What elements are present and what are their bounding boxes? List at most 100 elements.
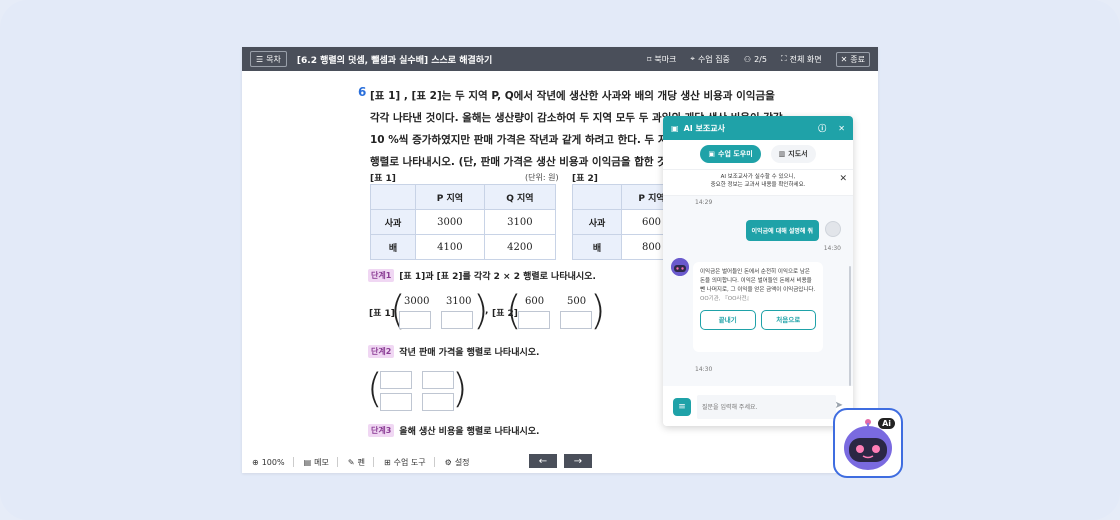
pin-icon: ⌖ xyxy=(690,54,695,63)
bot-message: 이익금은 벌어들인 돈에서 순전히 이익으로 남은 돈을 의미합니다. 이익은 … xyxy=(693,262,823,352)
answer-input-box[interactable] xyxy=(380,371,412,389)
table1-unit: (단위: 원) xyxy=(525,173,559,182)
gear-icon: ⚙ xyxy=(444,457,452,467)
pen-button[interactable]: ✎ 펜 xyxy=(348,457,365,468)
list-icon: ☰ xyxy=(256,54,264,64)
avatar xyxy=(825,221,841,237)
restart-button[interactable]: 처음으로 xyxy=(760,310,816,330)
notice-text: AI 보조교사가 실수할 수 있으니, xyxy=(720,174,796,180)
page-indicator: ⚇ 2/5 xyxy=(744,55,767,64)
right-paren: ) xyxy=(590,288,606,334)
timestamp: 14:30 xyxy=(695,366,713,373)
zoom-control[interactable]: ⊕ 100% xyxy=(252,458,285,467)
step-2: 단계2 작년 판매 가격을 행렬로 나타내시오. xyxy=(368,345,539,358)
table-corner xyxy=(370,184,416,210)
answer-input-box[interactable] xyxy=(518,311,550,329)
ai-panel-header: ▣ AI 보조교사 ⓘ ✕ xyxy=(663,116,853,140)
answer-input-box[interactable] xyxy=(422,393,454,411)
table-corner xyxy=(572,184,622,210)
class-tools-button[interactable]: ⊞ 수업 도구 xyxy=(384,457,426,468)
close-icon[interactable]: ✕ xyxy=(838,124,845,133)
bottom-toolbar: ⊕ 100% ▤ 메모 ✎ 펜 ⊞ 수업 도구 ⚙ 설정 ← → xyxy=(242,451,878,473)
settings-button[interactable]: ⚙ 설정 xyxy=(445,457,470,468)
ai-assistant-panel: ▣ AI 보조교사 ⓘ ✕ ▣ 수업 도우미 ▥ 지도서 AI 보조교사가 실수… xyxy=(663,116,853,426)
page-indicator-label: 2/5 xyxy=(754,54,767,64)
ai-assistant-fab[interactable]: Ai xyxy=(833,408,903,478)
prev-page-button[interactable]: ← xyxy=(529,454,557,468)
right-paren: ) xyxy=(452,366,468,412)
chat-area: 14:29 이익금에 대해 설명해 줘 14:30 이익금은 벌어들인 돈에서 … xyxy=(663,196,853,386)
answer-input-box[interactable] xyxy=(560,311,592,329)
table2-label: [표 2] xyxy=(572,174,598,184)
tab-label: 지도서 xyxy=(788,150,808,158)
fullscreen-icon: ⛶ xyxy=(780,54,787,63)
table-row-header: 배 xyxy=(572,234,622,260)
matrix-separator: , xyxy=(485,306,489,316)
pen-label: 펜 xyxy=(357,457,365,467)
step-3: 단계3 올해 생산 비용을 행렬로 나타내시오. xyxy=(368,424,539,437)
page-title: [6.2 행렬의 덧셈, 뺄셈과 실수배] 스스로 해결하기 xyxy=(296,55,493,66)
zoom-icon: ⊕ xyxy=(252,457,259,467)
matrix-value: 3000 xyxy=(404,296,430,307)
book-icon: ▥ xyxy=(778,150,786,158)
table-cell: 3100 xyxy=(483,209,557,235)
toc-button[interactable]: ☰ 목차 xyxy=(250,51,287,67)
timestamp: 14:29 xyxy=(695,199,713,206)
divider xyxy=(433,457,435,467)
notice-text: 중요한 정보는 교과서 내용을 확인하세요. xyxy=(710,182,806,188)
memo-button[interactable]: ▤ 메모 xyxy=(304,457,329,468)
close-icon[interactable]: ✕ xyxy=(839,175,847,184)
bookmark-label: 북마크 xyxy=(654,54,677,64)
answer-input-box[interactable] xyxy=(441,311,473,329)
chat-scrollbar[interactable] xyxy=(849,266,851,386)
answer-input-box[interactable] xyxy=(380,393,412,411)
arrow-left-icon: ← xyxy=(538,455,548,467)
step-badge: 단계3 xyxy=(368,424,395,437)
bot-message-text: 이익금은 벌어들인 돈에서 순전히 이익으로 남은 돈을 의미합니다. 이익은 … xyxy=(700,269,816,293)
table-row-header: 배 xyxy=(370,234,416,260)
step-text: 올해 생산 비용을 행렬로 나타내시오. xyxy=(399,427,540,437)
answer-input-box[interactable] xyxy=(399,311,431,329)
question-number: 6 xyxy=(358,85,367,99)
bot-source: OO기관, 『OO사전』 xyxy=(700,296,753,302)
tab-teacher-guide[interactable]: ▥ 지도서 xyxy=(770,145,816,163)
toc-label: 목차 xyxy=(266,54,281,64)
table-row-header: 사과 xyxy=(370,209,416,235)
table-header: Q 지역 xyxy=(483,184,557,210)
menu-icon[interactable]: ≡ xyxy=(673,398,691,416)
robot-icon: ▣ xyxy=(671,123,679,133)
ai-notice: AI 보조교사가 실수할 수 있으니, 중요한 정보는 교과서 내용을 확인하세… xyxy=(663,169,853,196)
step-1: 단계1 [표 1]과 [표 2]를 각각 2 × 2 행렬로 나타내시오. xyxy=(368,269,596,282)
tab-class-helper[interactable]: ▣ 수업 도우미 xyxy=(700,145,761,163)
settings-label: 설정 xyxy=(454,457,470,467)
close-button[interactable]: ✕ 종료 xyxy=(835,51,870,67)
focus-mode-button[interactable]: ⌖ 수업 집중 xyxy=(690,54,730,65)
table-row-header: 사과 xyxy=(572,209,622,235)
bookmark-button[interactable]: ⌑ 북마크 xyxy=(647,54,676,65)
matrix-value: 3100 xyxy=(446,296,472,307)
step-text: [표 1]과 [표 2]를 각각 2 × 2 행렬로 나타내시오. xyxy=(399,272,596,282)
chat-input-bar: ≡ ➤ xyxy=(663,388,853,426)
end-button[interactable]: 끝내기 xyxy=(700,310,756,330)
grid-icon: ⊞ xyxy=(383,457,391,467)
divider xyxy=(336,457,338,467)
class-tools-label: 수업 도구 xyxy=(393,457,426,467)
matrix-value: 600 xyxy=(525,296,545,307)
user-message: 이익금에 대해 설명해 줘 xyxy=(745,220,819,241)
answer-input-box[interactable] xyxy=(422,371,454,389)
chat-input[interactable] xyxy=(697,395,836,419)
table-header: P 지역 xyxy=(415,184,485,210)
timestamp: 14:30 xyxy=(823,245,841,252)
divider xyxy=(372,457,374,467)
top-toolbar: ☰ 목차 [6.2 행렬의 덧셈, 뺄셈과 실수배] 스스로 해결하기 ⌑ 북마… xyxy=(242,47,878,71)
fullscreen-button[interactable]: ⛶ 전체 화면 xyxy=(781,54,822,65)
divider xyxy=(292,457,294,467)
close-icon: ✕ xyxy=(840,54,848,64)
pen-icon: ✎ xyxy=(347,457,355,467)
tab-label: 수업 도우미 xyxy=(718,150,753,158)
matrix-value: 500 xyxy=(567,296,587,307)
next-page-button[interactable]: → xyxy=(564,454,592,468)
info-icon[interactable]: ⓘ xyxy=(818,123,826,134)
table-cell: 4100 xyxy=(415,234,485,260)
zoom-label: 100% xyxy=(261,457,285,467)
